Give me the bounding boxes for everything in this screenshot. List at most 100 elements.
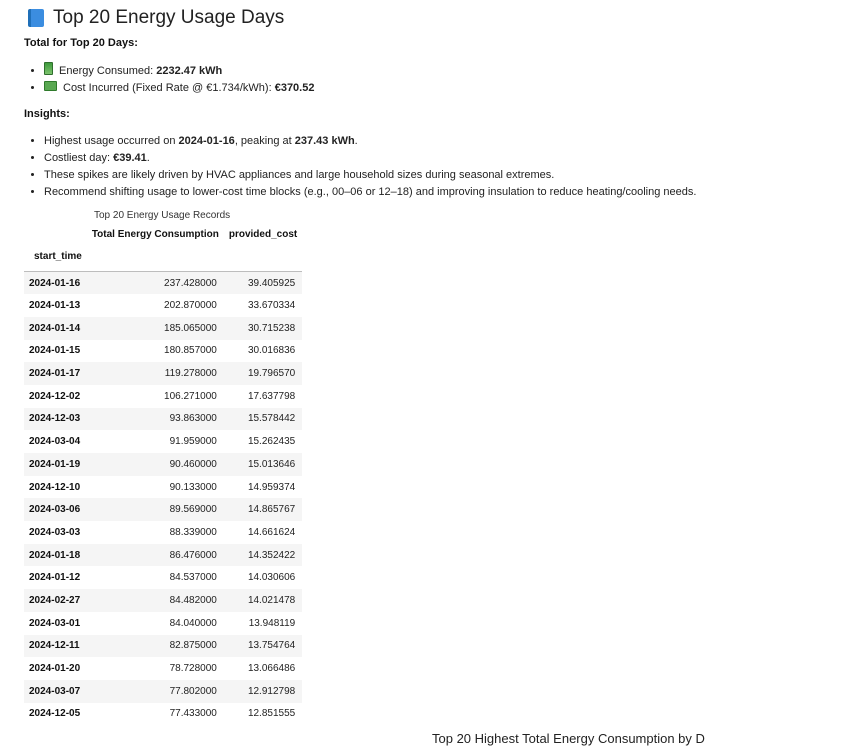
row-provided-cost: 13.066486 bbox=[247, 663, 296, 675]
row-provided-cost: 14.661624 bbox=[247, 526, 296, 538]
row-date: 2024-12-03 bbox=[29, 413, 81, 425]
energy-consumed-label: Energy Consumed: bbox=[59, 65, 157, 77]
row-total-energy: 237.428000 bbox=[164, 277, 217, 289]
row-provided-cost: 13.948119 bbox=[248, 617, 296, 629]
insight-value: 237.43 kWh bbox=[294, 135, 355, 147]
energy-consumed-item: Energy Consumed: 2232.47 kWh bbox=[44, 62, 314, 80]
energy-usage-table: Total Energy Consumption provided_cost s… bbox=[24, 226, 303, 726]
cost-incurred-item: Cost Incurred (Fixed Rate @ €1.734/kWh):… bbox=[44, 80, 314, 97]
row-total-energy: 90.460000 bbox=[169, 458, 217, 470]
table-row: 2024-03-03 88.339000 14.661624 bbox=[24, 521, 302, 544]
table-index-header-row: start_time bbox=[24, 242, 303, 272]
insight-hvac: These spikes are likely driven by HVAC a… bbox=[44, 167, 696, 184]
totals-heading: Total for Top 20 Days: bbox=[24, 37, 138, 49]
row-date: 2024-03-07 bbox=[29, 685, 81, 697]
row-date: 2024-01-16 bbox=[29, 277, 81, 289]
chart-title-partial: Top 20 Highest Total Energy Consumption … bbox=[432, 731, 705, 746]
row-total-energy: 106.271000 bbox=[164, 390, 217, 402]
table-row: 2024-12-11 82.875000 13.754764 bbox=[24, 634, 303, 658]
row-total-energy: 86.476000 bbox=[169, 549, 217, 561]
row-date: 2024-12-11 bbox=[29, 640, 80, 652]
row-provided-cost: 15.262435 bbox=[247, 436, 296, 448]
row-provided-cost: 39.405925 bbox=[247, 277, 296, 289]
row-total-energy: 88.339000 bbox=[169, 526, 217, 538]
row-date: 2024-01-13 bbox=[29, 300, 81, 312]
index-header-start-time: start_time bbox=[24, 242, 87, 272]
insight-value: €39.41 bbox=[113, 152, 147, 164]
row-date: 2024-01-17 bbox=[29, 368, 81, 380]
row-total-energy: 84.040000 bbox=[169, 617, 217, 629]
row-date: 2024-01-18 bbox=[29, 549, 81, 561]
row-provided-cost: 13.754764 bbox=[247, 640, 296, 652]
table-row: 2024-03-04 91.959000 15.262435 bbox=[24, 430, 302, 453]
row-total-energy: 180.857000 bbox=[164, 345, 217, 357]
money-icon bbox=[44, 81, 57, 91]
row-provided-cost: 14.865767 bbox=[247, 504, 296, 516]
row-date: 2024-03-06 bbox=[29, 504, 81, 516]
insight-text: . bbox=[146, 152, 150, 164]
row-provided-cost: 14.030606 bbox=[247, 572, 296, 584]
row-total-energy: 77.433000 bbox=[169, 708, 217, 720]
row-provided-cost: 30.016836 bbox=[247, 345, 296, 357]
table-row: 2024-01-15 180.857000 30.016836 bbox=[24, 340, 302, 363]
table-row: 2024-02-27 84.482000 14.021478 bbox=[24, 589, 303, 612]
row-provided-cost: 17.637798 bbox=[247, 390, 296, 402]
row-date: 2024-01-14 bbox=[29, 322, 81, 334]
insight-costliest-day: Costliest day: €39.41. bbox=[44, 150, 696, 167]
table-row: 2024-03-01 84.040000 13.948119 bbox=[24, 612, 302, 635]
row-date: 2024-03-04 bbox=[29, 436, 81, 448]
insight-date: 2024-01-16 bbox=[178, 135, 235, 147]
row-total-energy: 84.482000 bbox=[169, 594, 217, 606]
table-row: 2024-03-06 89.569000 14.865767 bbox=[24, 498, 303, 522]
row-total-energy: 93.863000 bbox=[169, 413, 217, 425]
column-header-total-energy: Total Energy Consumption bbox=[91, 228, 219, 240]
insight-text: Highest usage occurred on bbox=[44, 135, 179, 147]
row-total-energy: 91.959000 bbox=[169, 436, 217, 448]
page-title: Top 20 Energy Usage Days bbox=[28, 7, 284, 29]
row-provided-cost: 14.959374 bbox=[247, 481, 296, 493]
insight-text: . bbox=[354, 135, 358, 147]
row-provided-cost: 12.912798 bbox=[247, 685, 296, 697]
insights-list: Highest usage occurred on 2024-01-16, pe… bbox=[28, 133, 696, 201]
battery-icon bbox=[44, 62, 53, 75]
table-row: 2024-01-13 202.870000 33.670334 bbox=[24, 294, 302, 317]
row-date: 2024-12-10 bbox=[29, 481, 81, 493]
blue-book-icon bbox=[28, 9, 44, 27]
table-row: 2024-01-17 119.278000 19.796570 bbox=[24, 362, 303, 385]
row-total-energy: 119.278000 bbox=[164, 368, 217, 380]
row-total-energy: 89.569000 bbox=[169, 504, 217, 516]
row-date: 2024-12-02 bbox=[29, 390, 81, 402]
cost-incurred-label: Cost Incurred (Fixed Rate @ €1.734/kWh): bbox=[63, 82, 275, 94]
index-header-blank bbox=[86, 242, 224, 272]
totals-list: Energy Consumed: 2232.47 kWh Cost Incurr… bbox=[28, 62, 314, 97]
insight-text: , peaking at bbox=[234, 135, 295, 147]
table-row: 2024-01-18 86.476000 14.352422 bbox=[24, 543, 303, 567]
energy-consumed-value: 2232.47 kWh bbox=[156, 65, 223, 77]
row-date: 2024-01-20 bbox=[29, 663, 81, 675]
table-body: 2024-01-16 237.428000 39.405925 2024-01-13 2… bbox=[24, 271, 303, 726]
row-provided-cost: 12.851555 bbox=[247, 708, 296, 720]
row-date: 2024-12-05 bbox=[29, 708, 81, 720]
row-total-energy: 202.870000 bbox=[164, 300, 217, 312]
insight-recommendation: Recommend shifting usage to lower-cost t… bbox=[44, 184, 696, 201]
row-provided-cost: 14.021478 bbox=[247, 594, 296, 606]
table-caption: Top 20 Energy Usage Records bbox=[94, 210, 231, 221]
table-row: 2024-12-02 106.271000 17.637798 bbox=[24, 385, 302, 408]
column-header-provided-cost: provided_cost bbox=[228, 228, 298, 240]
insight-text: Costliest day: bbox=[44, 152, 114, 164]
row-provided-cost: 15.013646 bbox=[247, 458, 296, 470]
index-header-blank bbox=[24, 226, 87, 242]
row-date: 2024-03-01 bbox=[29, 617, 81, 629]
row-total-energy: 77.802000 bbox=[169, 685, 217, 697]
row-total-energy: 78.728000 bbox=[169, 663, 217, 675]
row-total-energy: 90.133000 bbox=[169, 481, 217, 493]
page-title-text: Top 20 Energy Usage Days bbox=[53, 7, 285, 28]
table-row: 2024-12-10 90.133000 14.959374 bbox=[24, 476, 302, 499]
table-row: 2024-01-14 185.065000 30.715238 bbox=[24, 316, 303, 340]
table-row: 2024-01-16 237.428000 39.405925 bbox=[24, 271, 303, 295]
insight-highest-usage: Highest usage occurred on 2024-01-16, pe… bbox=[44, 133, 696, 150]
index-header-blank bbox=[223, 242, 303, 272]
row-date: 2024-01-12 bbox=[29, 572, 81, 584]
insights-heading: Insights: bbox=[24, 108, 70, 120]
row-date: 2024-01-15 bbox=[29, 345, 81, 357]
